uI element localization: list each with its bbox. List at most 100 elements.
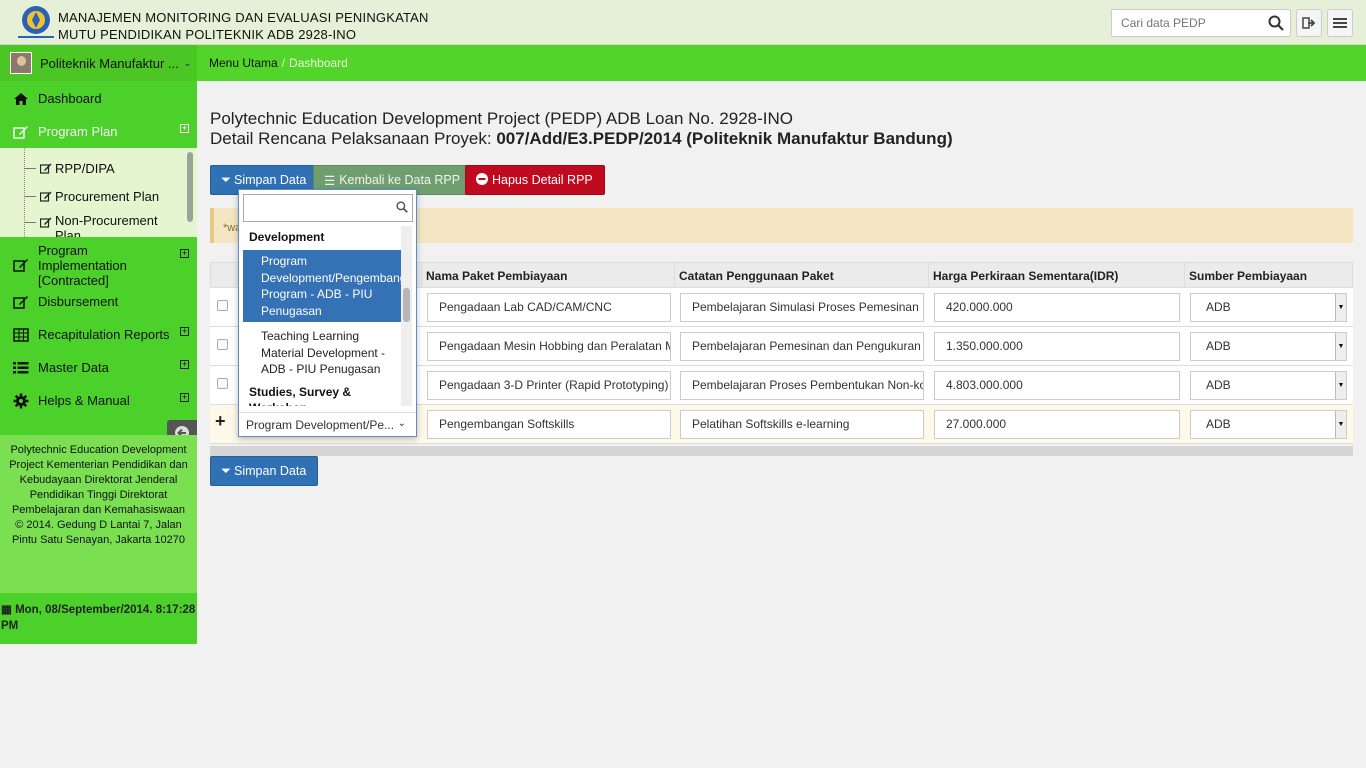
dropdown-search-input[interactable] [243,194,413,222]
app-title-line1: MANAJEMEN MONITORING DAN EVALUASI PENING… [58,10,429,25]
row-checkbox[interactable] [217,339,228,350]
paket-input[interactable]: Pengembangan Softskills [427,410,671,439]
breadcrumb: Menu Utama / Dashboard [209,56,348,70]
edit-icon [12,258,30,272]
save-button-bottom[interactable]: ⏷ Simpan Data [210,456,319,486]
column-header-harga[interactable]: Harga Perkiraan Sementara(IDR) [928,263,1118,289]
catatan-input[interactable]: Pembelajaran Simulasi Proses Pemesinan [680,293,924,322]
save-icon: ⏷ [221,463,232,478]
paket-input[interactable]: Pengadaan 3-D Printer (Rapid Prototyping… [427,371,671,400]
column-header-sumber[interactable]: Sumber Pembiayaan [1184,263,1307,289]
search-input[interactable] [1112,10,1262,36]
user-menu[interactable]: Politeknik Manufaktur ... ⌄ [0,45,197,81]
option-group-studies: Studies, Survey & Workshop [249,385,352,406]
page-title-prefix: Detail Rencana Pelaksanaan Proyek: [210,129,497,148]
search-icon [396,201,408,216]
sign-out-icon [1302,17,1316,29]
logout-button[interactable] [1296,9,1322,37]
sumber-value: ADB [1206,378,1231,392]
sidebar-item-label: Helps & Manual [38,393,130,408]
save-button-label: Simpan Data [234,464,307,478]
catatan-input[interactable]: Pembelajaran Pemesinan dan Pengukuran F [680,332,924,361]
list-icon: ☰ [324,173,336,188]
submenu-label: Procurement Plan [55,188,160,204]
sidebar-item-label: Program Plan [38,124,118,139]
back-button-label: Kembali ke Data RPP [339,173,461,187]
row-checkbox[interactable] [217,300,228,311]
calendar-icon: ▦ [1,604,12,616]
submenu-item-rpp-dipa[interactable]: RPP/DIPA [24,158,115,178]
sidebar-item-program-plan[interactable]: Program Plan + [0,115,197,148]
harga-input[interactable]: 420.000.000 [934,293,1180,322]
caret-down-icon: ▼ [1335,294,1346,321]
search-box [1111,9,1291,37]
column-header-catatan[interactable]: Catatan Penggunaan Paket [674,263,834,289]
sidebar-item-label: Program Implementation [Contracted] [38,242,127,288]
expand-icon[interactable]: + [180,124,189,133]
page-title-project-code: 007/Add/E3.PEDP/2014 (Politeknik Manufak… [496,129,953,148]
expand-icon[interactable]: + [180,393,189,402]
caret-down-icon: ▼ [1335,411,1346,438]
sidebar-item-label: Dashboard [38,91,102,106]
catatan-input[interactable]: Pembelajaran Proses Pembentukan Non-ko [680,371,924,400]
chevron-down-icon: ⌄ [397,418,406,429]
submenu-item-procurement-plan[interactable]: Procurement Plan [24,186,159,206]
menu-toggle-button[interactable] [1327,9,1353,37]
sidebar-item-helps-manual[interactable]: Helps & Manual + [0,384,197,417]
app-title-line2: MUTU PENDIDIKAN POLITEKNIK ADB 2928-INO [58,27,357,42]
expand-icon[interactable]: + [180,327,189,336]
dropdown-scrollbar[interactable] [401,226,412,406]
submenu-item-non-procurement-plan[interactable]: Non-Procurement Plan [24,213,165,237]
submenu-label: Non-Procurement Plan [55,213,158,237]
option-group-development: Development [249,230,325,244]
sidebar-item-label: Master Data [38,360,109,375]
catatan-input[interactable]: Pelatihan Softskills e-learning [680,410,924,439]
delete-detail-button[interactable]: Hapus Detail RPP [465,165,605,195]
paket-input[interactable]: Pengadaan Lab CAD/CAM/CNC [427,293,671,322]
program-plan-submenu: RPP/DIPA Procurement Plan Non-Procuremen… [0,148,197,237]
sidebar: Dashboard Program Plan + RPP/DIPA Procur… [0,81,197,644]
sumber-value: ADB [1206,339,1231,353]
expand-icon[interactable]: + [180,360,189,369]
submenu-scrollbar[interactable] [187,152,193,222]
dropdown-selected-value[interactable]: Program Development/Pe... ⌄ [239,412,416,436]
nav-bar: Politeknik Manufaktur ... ⌄ Menu Utama / D… [0,45,1366,81]
avatar [10,52,32,74]
paket-input[interactable]: Pengadaan Mesin Hobbing dan Peralatan Me [427,332,671,361]
sidebar-item-program-implementation[interactable]: Program Implementation [Contracted] + [0,242,197,288]
harga-input[interactable]: 27.000.000 [934,410,1180,439]
row-checkbox[interactable] [217,378,228,389]
edit-icon [40,163,52,174]
search-icon[interactable] [1268,15,1284,34]
breadcrumb-menu-utama[interactable]: Menu Utama [209,56,278,70]
sumber-select[interactable]: ADB ▼ [1190,293,1347,322]
expand-icon[interactable]: + [180,249,189,258]
edit-icon [12,125,30,139]
grid-footer [210,446,1353,456]
column-header-paket[interactable]: Nama Paket Pembiayaan [421,263,567,289]
sidebar-item-recapitulation-reports[interactable]: Recapitulation Reports + [0,318,197,351]
sidebar-item-master-data[interactable]: Master Data + [0,351,197,384]
page-title-line1: Polytechnic Education Development Projec… [210,109,794,128]
harga-input[interactable]: 1.350.000.000 [934,332,1180,361]
sumber-select[interactable]: ADB ▼ [1190,410,1347,439]
gear-icon [12,393,30,409]
minus-circle-icon [476,172,488,188]
sidebar-item-label: Disbursement [38,294,119,309]
harga-input[interactable]: 4.803.000.000 [934,371,1180,400]
sidebar-item-disbursement[interactable]: Disbursement [0,285,197,318]
delete-button-label: Hapus Detail RPP [492,173,593,187]
caret-down-icon: ▼ [1335,372,1346,399]
sidebar-item-label: Recapitulation Reports [38,327,170,342]
sumber-select[interactable]: ADB ▼ [1190,371,1347,400]
option-teaching-learning[interactable]: Teaching Learning Material Development -… [243,326,401,378]
sidebar-item-dashboard[interactable]: Dashboard [0,82,197,115]
add-row-icon[interactable]: + [215,411,226,432]
selected-value-text: Program Development/Pe... [246,418,395,432]
save-button-label: Simpan Data [234,173,307,187]
option-program-development[interactable]: Program Development/Pengembangan Program… [243,250,402,322]
sumber-value: ADB [1206,417,1231,431]
sumber-select[interactable]: ADB ▼ [1190,332,1347,361]
home-icon [12,92,30,106]
hamburger-icon [1333,18,1347,28]
